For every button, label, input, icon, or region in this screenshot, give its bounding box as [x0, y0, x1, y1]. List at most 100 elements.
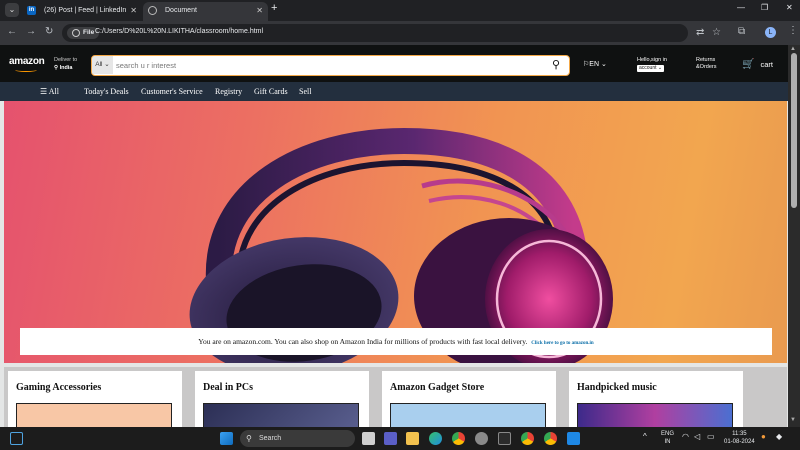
cart-icon: 🛒 — [742, 59, 755, 70]
all-menu-button[interactable]: ☰ All — [40, 87, 59, 96]
teams-icon[interactable] — [384, 432, 397, 445]
volume-icon[interactable]: ◁ — [694, 432, 700, 441]
tab-search-button[interactable]: ⌄ — [5, 3, 19, 17]
web-page: amazon Deliver to ⚲ India All ⌄ ⚲ ⚐EN ⌄ … — [0, 45, 788, 427]
location-pin-icon: ⚲ — [54, 65, 59, 71]
close-icon[interactable]: ✕ — [256, 2, 263, 19]
card-handpicked-music[interactable]: Handpicked music — [569, 371, 743, 427]
extensions-icon[interactable]: ⧉ — [738, 26, 745, 37]
forward-icon[interactable]: → — [26, 26, 36, 37]
subnav-registry[interactable]: Registry — [215, 87, 242, 96]
windows-start-icon[interactable] — [220, 432, 233, 445]
browser-tab-strip: ⌄ in (26) Post | Feed | LinkedIn ✕ Docum… — [0, 0, 800, 21]
tab-document[interactable]: Document ✕ — [143, 2, 268, 21]
headphones-image — [189, 127, 613, 363]
tab-label: (26) Post | Feed | LinkedIn — [44, 7, 127, 14]
card-deal-in-pcs[interactable]: Deal in PCs — [195, 371, 369, 427]
translate-icon[interactable]: ⇄ — [696, 27, 704, 38]
returns-label: Returns — [696, 57, 716, 63]
deliver-country: India — [59, 65, 73, 71]
maximize-icon[interactable]: ❐ — [761, 3, 768, 12]
phone-link-icon[interactable] — [567, 432, 580, 445]
account-select-label: account — [639, 65, 657, 71]
search-category-select[interactable]: All ⌄ — [92, 56, 113, 74]
scrollbar-thumb[interactable] — [791, 53, 797, 208]
copilot-icon[interactable]: ◆ — [776, 432, 782, 441]
terminal-icon[interactable] — [498, 432, 511, 445]
subnav-customer-service[interactable]: Customer's Service — [141, 87, 203, 96]
account-greeting: Hello,sign in — [637, 57, 667, 63]
category-cards: Gaming Accessories Deal in PCs Amazon Ga… — [4, 367, 787, 427]
search-bar: All ⌄ ⚲ — [91, 55, 570, 76]
amazon-logo[interactable]: amazon — [9, 56, 45, 72]
settings-icon[interactable] — [475, 432, 488, 445]
input-language[interactable]: ENG IN — [661, 430, 674, 446]
account-menu[interactable]: Hello,sign in account ⌄ — [637, 57, 667, 72]
subnav-label: All — [48, 87, 59, 96]
scroll-up-icon[interactable]: ▲ — [790, 46, 796, 52]
card-image[interactable] — [577, 403, 733, 427]
new-tab-button[interactable]: + — [271, 2, 277, 14]
bookmark-star-icon[interactable]: ☆ — [712, 27, 721, 38]
chrome-active-icon[interactable] — [521, 432, 534, 445]
wifi-icon[interactable]: ◠ — [682, 432, 689, 441]
globe-icon — [148, 6, 157, 15]
category-label: All — [95, 61, 103, 68]
deliver-to[interactable]: Deliver to ⚲ India — [54, 56, 77, 72]
address-bar[interactable]: File C:/Users/D%20L%20N.LIKITHA/classroo… — [62, 24, 721, 42]
minimize-icon[interactable]: — — [737, 3, 745, 12]
clock-time: 11:35 — [732, 431, 747, 437]
amazon-india-notice: You are on amazon.com. You can also shop… — [20, 328, 772, 355]
profile-avatar[interactable]: L — [765, 27, 776, 38]
url-text[interactable]: C:/Users/D%20L%20N.LIKITHA/classroom/hom… — [95, 28, 263, 35]
card-gaming-accessories[interactable]: Gaming Accessories — [8, 371, 182, 427]
card-image[interactable] — [203, 403, 359, 427]
amazon-india-link[interactable]: Click here to go to amazon.in — [531, 341, 593, 346]
search-button[interactable]: ⚲ — [543, 56, 569, 74]
battery-icon[interactable]: ▭ — [707, 432, 715, 441]
show-hidden-icons[interactable]: ^ — [643, 432, 647, 441]
returns-orders-link[interactable]: Returns &Orders — [696, 57, 716, 71]
window-close-icon[interactable]: ✕ — [786, 3, 793, 12]
file-explorer-icon[interactable] — [406, 432, 419, 445]
reload-icon[interactable]: ↻ — [45, 26, 53, 37]
lang-line2: IN — [664, 439, 671, 445]
clock[interactable]: 11:35 01-08-2024 — [724, 430, 755, 446]
subnav-sell[interactable]: Sell — [299, 87, 311, 96]
tab-label: Document — [165, 7, 197, 14]
logo-text: amazon — [9, 56, 45, 67]
cart-label: cart — [760, 60, 773, 69]
chrome-profile-icon[interactable] — [544, 432, 557, 445]
card-amazon-gadget-store[interactable]: Amazon Gadget Store — [382, 371, 556, 427]
search-input[interactable] — [113, 56, 543, 74]
tab-linkedin[interactable]: in (26) Post | Feed | LinkedIn ✕ — [22, 2, 142, 21]
deliver-label: Deliver to — [54, 57, 78, 63]
card-title: Deal in PCs — [203, 382, 253, 393]
subnav-todays-deals[interactable]: Today's Deals — [84, 87, 129, 96]
back-icon[interactable]: ← — [7, 26, 17, 37]
browser-menu-icon[interactable]: ⋮ — [788, 25, 798, 36]
orders-label: &Orders — [696, 64, 717, 70]
taskbar-search[interactable]: ⚲ Search — [240, 430, 355, 447]
notification-icon[interactable]: ● — [761, 432, 766, 441]
close-icon[interactable]: ✕ — [130, 2, 137, 19]
page-scrollbar[interactable]: ▲ ▼ — [788, 45, 800, 427]
search-icon: ⚲ — [551, 59, 561, 71]
clock-date: 01-08-2024 — [724, 439, 755, 445]
account-select[interactable]: account ⌄ — [637, 65, 665, 72]
card-title: Amazon Gadget Store — [390, 382, 485, 393]
smile-logo-icon — [15, 68, 37, 72]
task-view-icon[interactable] — [362, 432, 375, 445]
lang-line1: ENG — [661, 431, 675, 437]
notice-text: You are on amazon.com. You can also shop… — [198, 337, 528, 346]
language-selector[interactable]: ⚐EN ⌄ — [583, 60, 607, 68]
scroll-down-icon[interactable]: ▼ — [790, 417, 796, 423]
card-image[interactable] — [390, 403, 546, 427]
cart-link[interactable]: 🛒 cart — [742, 59, 773, 70]
widgets-icon[interactable] — [10, 432, 23, 445]
card-image[interactable] — [16, 403, 172, 427]
edge-icon[interactable] — [429, 432, 442, 445]
subnav-gift-cards[interactable]: Gift Cards — [254, 87, 288, 96]
search-icon: ⚲ — [246, 434, 252, 443]
chrome-icon[interactable] — [452, 432, 465, 445]
